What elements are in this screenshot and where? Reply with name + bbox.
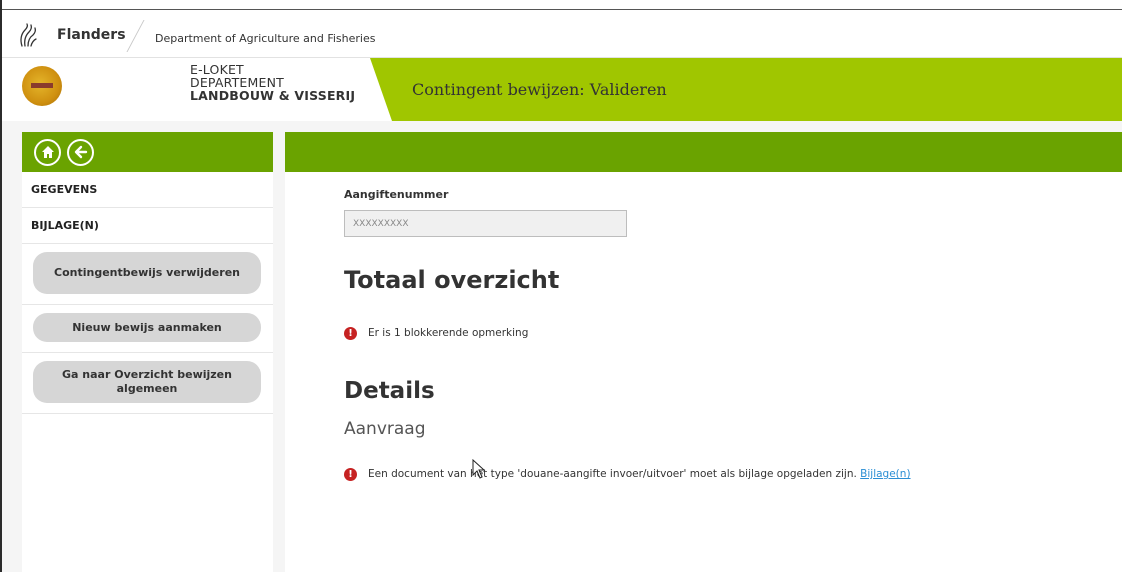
- site-header: E-LOKET DEPARTEMENT LANDBOUW & VISSERIJ …: [2, 58, 1122, 121]
- mouse-cursor-icon: [472, 459, 486, 479]
- eloket-brand[interactable]: E-LOKET DEPARTEMENT LANDBOUW & VISSERIJ: [190, 63, 355, 102]
- window-top-edge: [2, 0, 1122, 10]
- attachments-link[interactable]: Bijlage(n): [860, 468, 910, 480]
- total-message-text: Er is 1 blokkerende opmerking: [368, 327, 529, 339]
- flanders-bar: Flanders Department of Agriculture and F…: [2, 12, 1122, 58]
- department-label[interactable]: Department of Agriculture and Fisheries: [155, 32, 375, 45]
- action-group-overview: Ga naar Overzicht bewijzen algemeen: [22, 353, 273, 414]
- section-heading: Aanvraag: [344, 419, 426, 439]
- main-content: Aangiftenummer Totaal overzicht ! Er is …: [285, 132, 1122, 572]
- app-window: Flanders Department of Agriculture and F…: [0, 0, 1122, 572]
- department-logo[interactable]: [22, 66, 62, 106]
- declaration-number-field[interactable]: [344, 210, 627, 237]
- home-icon: [41, 146, 54, 158]
- sidebar-item-gegevens[interactable]: GEGEVENS: [22, 172, 273, 208]
- error-icon: !: [344, 468, 357, 481]
- home-button[interactable]: [34, 139, 61, 166]
- detail-message-line: Een document van het type 'douane-aangif…: [368, 468, 911, 480]
- back-button[interactable]: [67, 139, 94, 166]
- sidebar-header: [22, 132, 273, 172]
- main-header-band: [285, 132, 1122, 172]
- action-group-delete: Contingentbewijs verwijderen: [22, 244, 273, 305]
- sidebar-item-bijlagen[interactable]: BIJLAGE(N): [22, 208, 273, 244]
- eloket-line3: LANDBOUW & VISSERIJ: [190, 88, 356, 103]
- sidebar: GEGEVENS BIJLAGE(N) Contingentbewijs ver…: [22, 132, 273, 572]
- flanders-label[interactable]: Flanders: [57, 27, 126, 43]
- detail-message-text: Een document van het type 'douane-aangif…: [368, 468, 857, 480]
- delete-certificate-button[interactable]: Contingentbewijs verwijderen: [33, 252, 261, 294]
- arrow-left-icon: [74, 145, 87, 159]
- overview-button[interactable]: Ga naar Overzicht bewijzen algemeen: [33, 361, 261, 403]
- total-overview-heading: Totaal overzicht: [344, 266, 560, 294]
- flanders-lion-icon: [20, 23, 37, 47]
- details-heading: Details: [344, 378, 435, 404]
- action-group-new: Nieuw bewijs aanmaken: [22, 305, 273, 353]
- separator: [126, 20, 145, 52]
- declaration-number-label: Aangiftenummer: [344, 188, 449, 201]
- error-icon: !: [344, 327, 357, 340]
- new-certificate-button[interactable]: Nieuw bewijs aanmaken: [33, 313, 261, 342]
- page-title: Contingent bewijzen: Valideren: [412, 80, 667, 99]
